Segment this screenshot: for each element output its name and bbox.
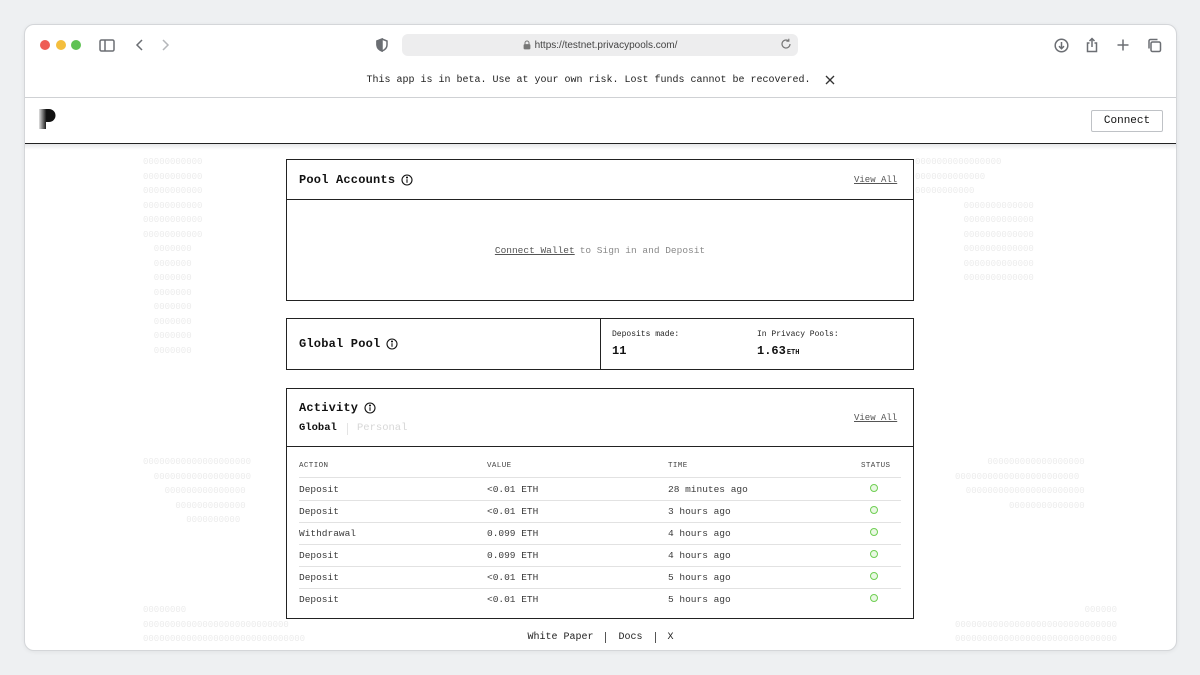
connect-wallet-link[interactable]: Connect Wallet: [495, 245, 575, 256]
global-pool-card: Global Pool Deposits made: 11 In Privacy…: [286, 318, 914, 370]
info-icon[interactable]: [386, 338, 398, 350]
footer: White Paper Docs X: [25, 630, 1176, 644]
row-time: 5 hours ago: [668, 594, 731, 605]
background-pattern-bottom-left: 00000000000000000000 000000000000000000 …: [143, 457, 252, 525]
lock-icon: [523, 40, 531, 50]
pool-accounts-title-text: Pool Accounts: [299, 173, 396, 187]
white-paper-link[interactable]: White Paper: [515, 632, 605, 643]
column-header-value: VALUE: [487, 462, 512, 470]
back-icon[interactable]: [131, 36, 149, 54]
close-icon[interactable]: [825, 75, 835, 85]
table-row[interactable]: Deposit 0.099 ETH 4 hours ago: [299, 544, 901, 567]
share-icon[interactable]: [1083, 36, 1101, 54]
close-window-button[interactable]: [40, 40, 50, 50]
row-value: <0.01 ETH: [487, 484, 539, 495]
row-time: 3 hours ago: [668, 506, 731, 517]
tab-personal[interactable]: Personal: [357, 422, 407, 434]
table-row[interactable]: Deposit <0.01 ETH 28 minutes ago: [299, 478, 901, 501]
forward-icon[interactable]: [156, 36, 174, 54]
table-row[interactable]: Deposit <0.01 ETH 3 hours ago: [299, 500, 901, 523]
new-tab-icon[interactable]: [1114, 36, 1132, 54]
browser-window: https://testnet.privacypools.com/ This a…: [24, 24, 1177, 651]
row-value: <0.01 ETH: [487, 594, 539, 605]
row-value: 0.099 ETH: [487, 528, 539, 539]
privacy-pools-amount: 1.63ETH: [757, 344, 799, 358]
status-icon: [870, 528, 878, 536]
address-bar[interactable]: https://testnet.privacypools.com/: [402, 34, 798, 56]
connect-button[interactable]: Connect: [1091, 110, 1163, 132]
status-icon: [870, 550, 878, 558]
pool-accounts-card: Pool Accounts View All Connect Wallet to…: [286, 159, 914, 301]
status-icon: [870, 484, 878, 492]
table-row[interactable]: Deposit <0.01 ETH 5 hours ago: [299, 566, 901, 589]
x-link[interactable]: X: [656, 632, 686, 643]
background-pattern-right: 0000000000000000 0000000000000 000000000…: [915, 157, 1034, 283]
row-time: 5 hours ago: [668, 572, 731, 583]
deposits-made-value: 11: [612, 344, 627, 358]
pool-accounts-empty-state: Connect Wallet to Sign in and Deposit: [287, 200, 913, 300]
tabs-icon[interactable]: [1145, 36, 1163, 54]
status-icon: [870, 506, 878, 514]
column-header-status: STATUS: [861, 462, 891, 470]
background-pattern-left: 00000000000 00000000000 00000000000 0000…: [143, 157, 203, 356]
row-time: 28 minutes ago: [668, 484, 748, 495]
privacy-pools-value: 1.63: [757, 344, 786, 358]
url-text: https://testnet.privacypools.com/: [534, 39, 678, 51]
shield-icon[interactable]: [373, 36, 391, 54]
status-icon: [870, 572, 878, 580]
row-action: Deposit: [299, 572, 339, 583]
connect-wallet-hint: to Sign in and Deposit: [579, 244, 706, 256]
info-icon[interactable]: [401, 174, 413, 186]
activity-card: Activity View All Global Personal ACTION…: [286, 388, 914, 619]
row-value: 0.099 ETH: [487, 550, 539, 561]
row-time: 4 hours ago: [668, 550, 731, 561]
global-pool-title: Global Pool: [299, 337, 398, 351]
deposits-made-label: Deposits made:: [612, 330, 680, 339]
row-action: Deposit: [299, 484, 339, 495]
tab-global[interactable]: Global: [299, 422, 337, 434]
row-action: Deposit: [299, 550, 339, 561]
info-icon[interactable]: [364, 402, 376, 414]
row-action: Deposit: [299, 594, 339, 605]
pool-accounts-title: Pool Accounts: [299, 173, 413, 187]
privacy-pools-unit: ETH: [786, 349, 800, 357]
banner-divider: [25, 97, 1176, 98]
row-value: <0.01 ETH: [487, 572, 539, 583]
download-icon[interactable]: [1052, 36, 1070, 54]
activity-title-text: Activity: [299, 401, 359, 415]
row-action: Deposit: [299, 506, 339, 517]
global-pool-divider: [600, 319, 601, 369]
column-header-action: ACTION: [299, 462, 329, 470]
activity-divider: [287, 446, 913, 447]
global-pool-title-text: Global Pool: [299, 337, 381, 351]
tab-separator: [347, 423, 348, 435]
activity-title: Activity: [299, 401, 376, 415]
activity-view-all-link[interactable]: View All: [854, 413, 897, 423]
beta-banner-text: This app is in beta. Use at your own ris…: [366, 74, 811, 86]
row-action: Withdrawal: [299, 528, 357, 539]
row-value: <0.01 ETH: [487, 506, 539, 517]
browser-toolbar: https://testnet.privacypools.com/: [25, 25, 1176, 65]
privacy-pools-label: In Privacy Pools:: [757, 330, 839, 339]
status-icon: [870, 594, 878, 602]
background-pattern-bottom-right: 000000000000000000 000000000000000000000…: [955, 457, 1085, 511]
beta-banner: This app is in beta. Use at your own ris…: [25, 71, 1176, 89]
table-row[interactable]: Withdrawal 0.099 ETH 4 hours ago: [299, 522, 901, 545]
sidebar-icon[interactable]: [98, 36, 116, 54]
column-header-time: TIME: [668, 462, 688, 470]
pool-accounts-view-all-link[interactable]: View All: [854, 175, 897, 185]
table-row[interactable]: Deposit <0.01 ETH 5 hours ago: [299, 588, 901, 610]
zoom-window-button[interactable]: [71, 40, 81, 50]
reload-icon[interactable]: [780, 38, 792, 50]
docs-link[interactable]: Docs: [606, 632, 654, 643]
row-time: 4 hours ago: [668, 528, 731, 539]
header-shadow: [25, 144, 1176, 150]
minimize-window-button[interactable]: [56, 40, 66, 50]
privacy-pools-logo[interactable]: [37, 108, 59, 130]
